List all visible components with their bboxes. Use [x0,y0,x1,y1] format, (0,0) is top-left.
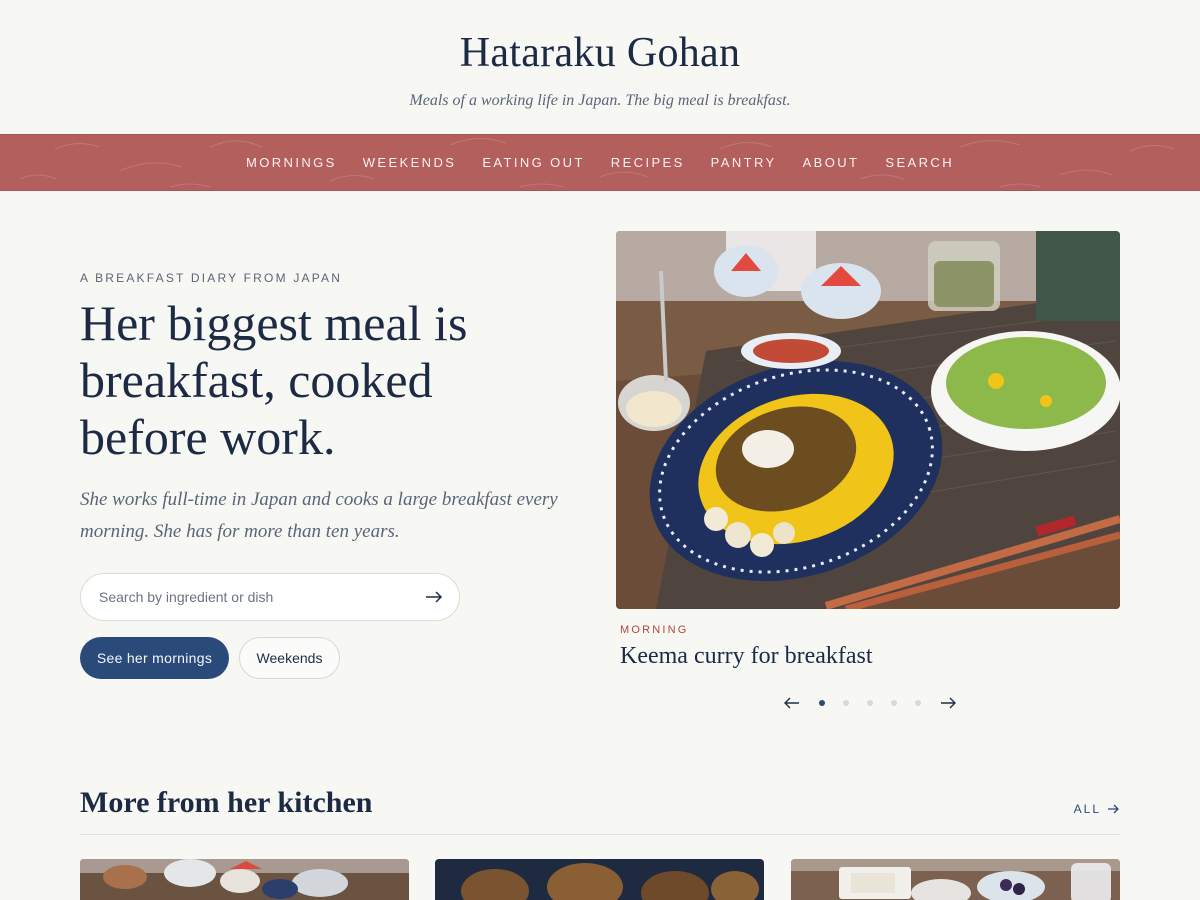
nav-item-recipes[interactable]: RECIPES [598,155,698,170]
nav-item-weekends[interactable]: WEEKENDS [350,155,470,170]
recipe-card-1[interactable] [80,859,409,900]
hero-heading: Her biggest meal is breakfast, cooked be… [80,295,468,465]
all-link[interactable]: ALL [1074,802,1120,816]
site-header: Hataraku Gohan Meals of a working life i… [0,0,1200,134]
site-title[interactable]: Hataraku Gohan [0,28,1200,78]
search-box [80,573,460,621]
card-photo-2 [435,859,764,900]
carousel-dot-3[interactable] [867,700,873,706]
nav-item-mornings[interactable]: MORNINGS [233,155,350,170]
all-link-label: ALL [1073,802,1101,816]
main-nav: MORNINGS WEEKENDS EATING OUT RECIPES PAN… [0,134,1200,191]
carousel-dot-2[interactable] [843,700,849,706]
arrow-left-icon[interactable] [782,693,802,713]
arrow-right-icon [1108,804,1119,814]
hero-lede: She works full-time in Japan and cooks a… [80,489,558,542]
hero-section: A BREAKFAST DIARY FROM JAPAN Her biggest… [0,191,1200,751]
nav-item-search[interactable]: SEARCH [872,155,967,170]
carousel-dot-1[interactable] [819,700,825,706]
card-photo-1 [80,859,409,900]
carousel-controls [782,693,958,713]
weekends-button[interactable]: Weekends [239,637,340,679]
nav-item-pantry[interactable]: PANTRY [698,155,790,170]
card-photo-3 [791,859,1120,900]
feature-title[interactable]: Keema curry for breakfast [620,639,873,673]
feature-photo[interactable] [616,231,1120,609]
recipe-card-2[interactable] [435,859,764,900]
more-section-heading: More from her kitchen [80,786,373,819]
carousel-dot-5[interactable] [915,700,921,706]
see-mornings-button[interactable]: See her mornings [80,637,229,679]
nav-item-about[interactable]: ABOUT [790,155,873,170]
site-tagline: Meals of a working life in Japan. The bi… [409,92,791,109]
arrow-right-icon[interactable] [423,586,445,608]
section-divider [80,834,1120,835]
nav-item-eating-out[interactable]: EATING OUT [469,155,597,170]
hero-eyebrow: A BREAKFAST DIARY FROM JAPAN [80,271,343,285]
carousel-dot-4[interactable] [891,700,897,706]
carousel-dots [810,700,930,706]
feature-kicker: MORNING [620,624,689,636]
arrow-right-icon[interactable] [938,693,958,713]
search-input[interactable] [99,589,423,605]
keema-curry-photo [616,231,1120,609]
recipe-card-3[interactable] [791,859,1120,900]
